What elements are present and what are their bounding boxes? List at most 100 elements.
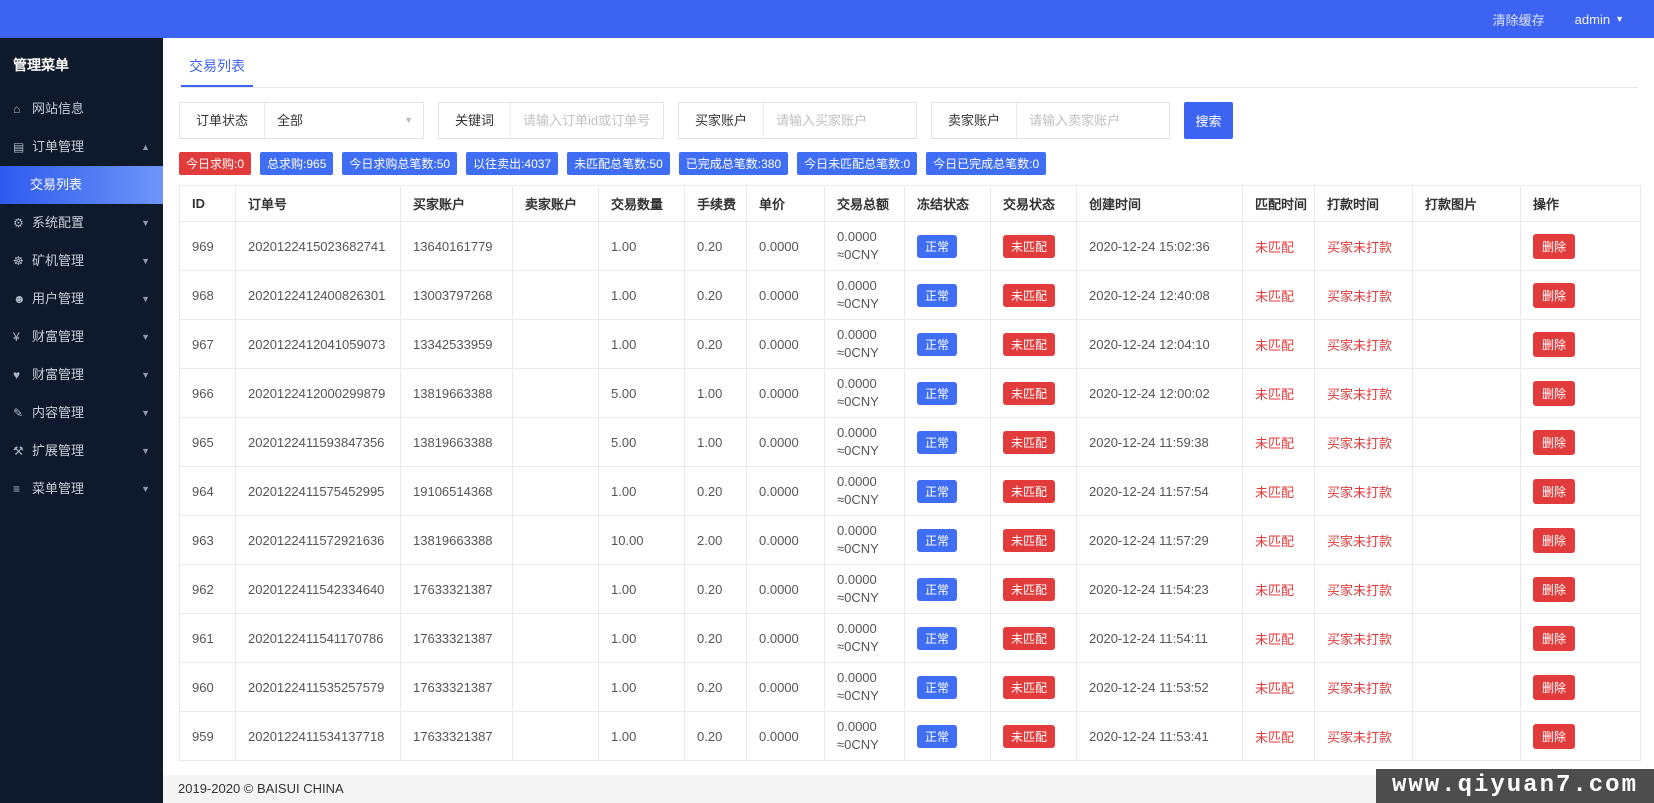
table-row: 9682020122412400826301130037972681.000.2… [180, 271, 1641, 320]
cell-qty: 10.00 [599, 516, 685, 565]
home-icon: ⌂ [13, 90, 32, 128]
cell-created-time: 2020-12-24 12:04:10 [1077, 320, 1243, 369]
cell-frozen-status: 正常 [905, 418, 991, 467]
sidebar-item-extension-management[interactable]: ⚒扩展管理▼ [0, 432, 163, 470]
wrench-icon: ⚒ [13, 432, 32, 470]
keyword-input[interactable] [511, 104, 663, 137]
keyword-group: 关键词 [438, 102, 664, 139]
buyer-account-input[interactable] [764, 104, 916, 137]
cell-match-time: 未匹配 [1243, 418, 1315, 467]
total-cny: ≈0CNY [837, 442, 892, 460]
cell-trade-status: 未匹配 [991, 222, 1077, 271]
delete-button[interactable]: 删除 [1533, 577, 1575, 602]
sidebar-item-wealth-management-2[interactable]: ♥财富管理▼ [0, 356, 163, 394]
cell-trade-status: 未匹配 [991, 614, 1077, 663]
delete-button[interactable]: 删除 [1533, 626, 1575, 651]
cell-match-time: 未匹配 [1243, 712, 1315, 761]
user-menu[interactable]: admin ▼ [1575, 12, 1624, 27]
cell-id: 965 [180, 418, 236, 467]
cell-price: 0.0000 [747, 663, 825, 712]
topbar: 清除缓存 admin ▼ [0, 0, 1654, 38]
trade-status-badge: 未匹配 [1003, 235, 1055, 258]
caret-up-icon: ▲ [141, 128, 150, 166]
cell-total: 0.0000≈0CNY [825, 222, 905, 271]
total-amount: 0.0000 [837, 620, 892, 638]
cell-frozen-status: 正常 [905, 222, 991, 271]
seller-account-input[interactable] [1017, 104, 1169, 137]
trade-status-badge: 未匹配 [1003, 676, 1055, 699]
cell-fee: 0.20 [685, 320, 747, 369]
delete-button[interactable]: 删除 [1533, 528, 1575, 553]
total-cny: ≈0CNY [837, 638, 892, 656]
table-row: 9622020122411542334640176333213871.000.2… [180, 565, 1641, 614]
total-cny: ≈0CNY [837, 540, 892, 558]
frozen-status-badge: 正常 [917, 578, 957, 601]
sidebar-item-user-management[interactable]: ☻用户管理▼ [0, 280, 163, 318]
table-row: 9652020122411593847356138196633885.001.0… [180, 418, 1641, 467]
cell-price: 0.0000 [747, 320, 825, 369]
sidebar-header: 管理菜单 [0, 38, 163, 90]
caret-down-icon: ▼ [141, 394, 150, 432]
cell-qty: 1.00 [599, 320, 685, 369]
cell-seller [513, 663, 599, 712]
gear-icon: ⚙ [13, 204, 32, 242]
sidebar-item-label: 财富管理 [32, 329, 84, 344]
order-status-select[interactable]: 全部 ▼ [265, 103, 423, 138]
cell-trade-status: 未匹配 [991, 712, 1077, 761]
cell-action: 删除 [1521, 516, 1641, 565]
cell-pay-image [1413, 712, 1521, 761]
column-header: 手续费 [685, 186, 747, 222]
sidebar-item-content-management[interactable]: ✎内容管理▼ [0, 394, 163, 432]
cell-pay-image [1413, 467, 1521, 516]
cell-pay-image [1413, 222, 1521, 271]
cell-qty: 1.00 [599, 663, 685, 712]
keyword-label: 关键词 [439, 103, 510, 138]
tab-trade-list[interactable]: 交易列表 [181, 48, 253, 87]
sidebar-menu: ⌂网站信息▤订单管理▲交易列表⚙系统配置▼☸矿机管理▼☻用户管理▼¥财富管理▼♥… [0, 90, 163, 508]
heart-icon: ♥ [13, 356, 32, 394]
cell-created-time: 2020-12-24 11:54:23 [1077, 565, 1243, 614]
cell-order-no: 2020122412000299879 [236, 369, 401, 418]
cell-fee: 1.00 [685, 418, 747, 467]
sidebar-subitem-trade-list[interactable]: 交易列表 [0, 166, 163, 204]
stat-badge: 总求购:965 [260, 152, 333, 175]
trade-status-badge: 未匹配 [1003, 284, 1055, 307]
cell-order-no: 2020122411542334640 [236, 565, 401, 614]
total-amount: 0.0000 [837, 473, 892, 491]
delete-button[interactable]: 删除 [1533, 381, 1575, 406]
search-button[interactable]: 搜索 [1184, 102, 1233, 139]
money-icon: ¥ [13, 318, 32, 356]
sidebar-item-miner-management[interactable]: ☸矿机管理▼ [0, 242, 163, 280]
cell-buyer: 13640161779 [401, 222, 513, 271]
delete-button[interactable]: 删除 [1533, 283, 1575, 308]
cell-fee: 1.00 [685, 369, 747, 418]
delete-button[interactable]: 删除 [1533, 479, 1575, 504]
delete-button[interactable]: 删除 [1533, 332, 1575, 357]
sidebar-item-label: 菜单管理 [32, 481, 84, 496]
cell-pay-image [1413, 271, 1521, 320]
sidebar-item-wealth-management-1[interactable]: ¥财富管理▼ [0, 318, 163, 356]
table-row: 9692020122415023682741136401617791.000.2… [180, 222, 1641, 271]
total-cny: ≈0CNY [837, 393, 892, 411]
delete-button[interactable]: 删除 [1533, 675, 1575, 700]
clear-cache-link[interactable]: 清除缓存 [1493, 10, 1545, 29]
cell-trade-status: 未匹配 [991, 320, 1077, 369]
delete-button[interactable]: 删除 [1533, 430, 1575, 455]
cell-trade-status: 未匹配 [991, 516, 1077, 565]
sidebar-item-menu-management[interactable]: ≡菜单管理▼ [0, 470, 163, 508]
sidebar-item-order-management[interactable]: ▤订单管理▲ [0, 128, 163, 166]
cell-id: 966 [180, 369, 236, 418]
sidebar-item-system-config[interactable]: ⚙系统配置▼ [0, 204, 163, 242]
stats-bar: 今日求购:0总求购:965今日求购总笔数:50以往卖出:4037未匹配总笔数:5… [179, 152, 1638, 175]
frozen-status-badge: 正常 [917, 431, 957, 454]
cell-fee: 0.20 [685, 222, 747, 271]
delete-button[interactable]: 删除 [1533, 724, 1575, 749]
sidebar-item-website-info[interactable]: ⌂网站信息 [0, 90, 163, 128]
cell-pay-time: 买家未打款 [1315, 369, 1413, 418]
frozen-status-badge: 正常 [917, 333, 957, 356]
cell-price: 0.0000 [747, 467, 825, 516]
delete-button[interactable]: 删除 [1533, 234, 1575, 259]
column-header: 卖家账户 [513, 186, 599, 222]
cell-pay-image [1413, 369, 1521, 418]
total-cny: ≈0CNY [837, 491, 892, 509]
